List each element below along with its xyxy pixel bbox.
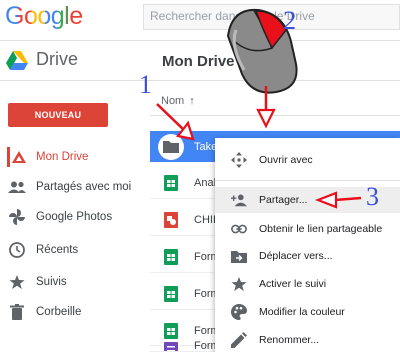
clock-icon	[7, 240, 27, 260]
menu-item-label: Obtenir le lien partageable	[259, 223, 383, 235]
sheets-icon	[164, 249, 178, 265]
folder-icon	[158, 133, 184, 160]
palette-icon	[231, 304, 247, 320]
column-header-label: Nom	[161, 95, 185, 107]
sidebar-item-label: Google Photos	[36, 211, 113, 223]
context-menu: Ouvrir avec Partager... Obtenir le lien …	[215, 138, 400, 352]
drawing-icon	[164, 212, 178, 228]
step-number-3: 3	[366, 182, 379, 211]
list-header-divider	[150, 115, 400, 116]
sidebar-item-label: Mon Drive	[36, 151, 89, 163]
google-logo[interactable]: Google	[5, 2, 83, 32]
caret-down-icon	[241, 59, 250, 64]
menu-item-label: Modifier la couleur	[259, 306, 345, 318]
menu-divider	[215, 180, 400, 181]
sheets-icon	[164, 322, 178, 339]
sidebar-item-recent[interactable]: Récents	[0, 235, 150, 265]
sheets-icon	[164, 286, 178, 302]
add-person-icon	[231, 192, 247, 208]
link-icon	[231, 221, 247, 237]
menu-item-label: Activer le suivi	[259, 278, 327, 290]
shared-people-icon	[7, 177, 27, 197]
sort-arrow-up-icon: ↑	[189, 95, 195, 107]
sidebar-item-my-drive[interactable]: Mon Drive	[0, 142, 150, 172]
google-logo-text: Google	[5, 2, 83, 30]
photos-pinwheel-icon	[7, 207, 27, 227]
sidebar-item-starred[interactable]: Suivis	[0, 267, 150, 297]
menu-item-label: Partager...	[259, 194, 308, 206]
move-to-folder-icon	[231, 248, 247, 264]
drive-brand[interactable]: Drive	[6, 49, 78, 70]
sidebar-item-label: Récents	[36, 244, 79, 256]
star-icon	[231, 276, 247, 292]
step-number-1: 1	[139, 70, 152, 99]
sidebar-item-label: Suivis	[36, 276, 67, 288]
breadcrumb-label: Mon Drive	[162, 53, 235, 70]
sidebar-item-trash[interactable]: Corbeille	[0, 297, 150, 327]
menu-item-move-to[interactable]: Déplacer vers...	[215, 243, 400, 269]
search-input[interactable]: Rechercher dans Google Drive	[143, 4, 400, 30]
app-name: Drive	[36, 49, 79, 69]
arrow-down-icon	[256, 108, 276, 129]
toolbar-divider	[0, 80, 400, 81]
menu-item-label: Ouvrir avec	[259, 154, 313, 166]
menu-item-star[interactable]: Activer le suivi	[215, 271, 400, 297]
edit-pencil-icon	[231, 332, 247, 348]
name-column-header[interactable]: Nom ↑	[161, 95, 195, 107]
sidebar-item-photos[interactable]: Google Photos	[0, 202, 150, 232]
menu-item-open-with[interactable]: Ouvrir avec	[215, 147, 400, 173]
drive-logo-icon	[6, 50, 28, 70]
menu-item-label: Déplacer vers...	[259, 250, 333, 262]
sheets-icon	[164, 175, 178, 191]
sidebar-item-label: Corbeille	[36, 306, 82, 318]
my-drive-icon	[7, 147, 27, 167]
menu-item-get-link[interactable]: Obtenir le lien partageable	[215, 216, 400, 242]
sidebar-item-shared[interactable]: Partagés avec moi	[0, 172, 150, 202]
header-divider	[0, 40, 400, 41]
sidebar-item-label: Partagés avec moi	[36, 181, 132, 193]
star-icon	[7, 272, 27, 292]
menu-item-change-color[interactable]: Modifier la couleur	[215, 299, 400, 325]
menu-item-label: Renommer...	[259, 334, 320, 346]
open-with-icon	[231, 152, 247, 168]
step-number-2: 2	[283, 6, 296, 35]
forms-icon	[164, 342, 178, 351]
menu-item-rename[interactable]: Renommer...	[215, 327, 400, 352]
trash-icon	[7, 302, 27, 322]
breadcrumb[interactable]: Mon Drive	[162, 53, 250, 70]
new-button[interactable]: NOUVEAU	[8, 103, 108, 127]
